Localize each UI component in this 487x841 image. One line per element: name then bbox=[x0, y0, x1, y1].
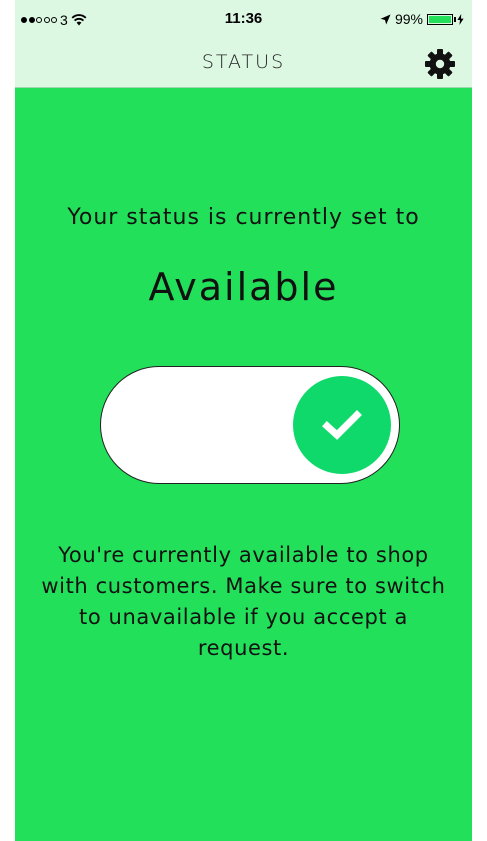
battery-fill bbox=[429, 15, 451, 23]
nav-bar: STATUS bbox=[15, 40, 472, 88]
status-value: Available bbox=[148, 265, 339, 309]
availability-toggle[interactable] bbox=[100, 366, 400, 484]
status-headline: Your status is currently set to bbox=[67, 205, 420, 230]
status-right: 99% bbox=[380, 11, 464, 27]
battery-percent: 99% bbox=[394, 11, 423, 27]
page-title: STATUS bbox=[201, 51, 286, 73]
charging-icon bbox=[457, 13, 464, 25]
status-description: You're currently available to shop with … bbox=[41, 543, 446, 660]
toggle-knob[interactable] bbox=[293, 376, 391, 474]
location-arrow-icon bbox=[380, 14, 391, 24]
gear-icon[interactable] bbox=[424, 48, 456, 80]
checkmark-icon bbox=[322, 410, 362, 440]
status-bar: 3 11:36 99% bbox=[15, 0, 472, 40]
battery-icon bbox=[427, 13, 456, 25]
phone-screen: 3 11:36 99% STATUS Your status is curren… bbox=[15, 0, 472, 841]
